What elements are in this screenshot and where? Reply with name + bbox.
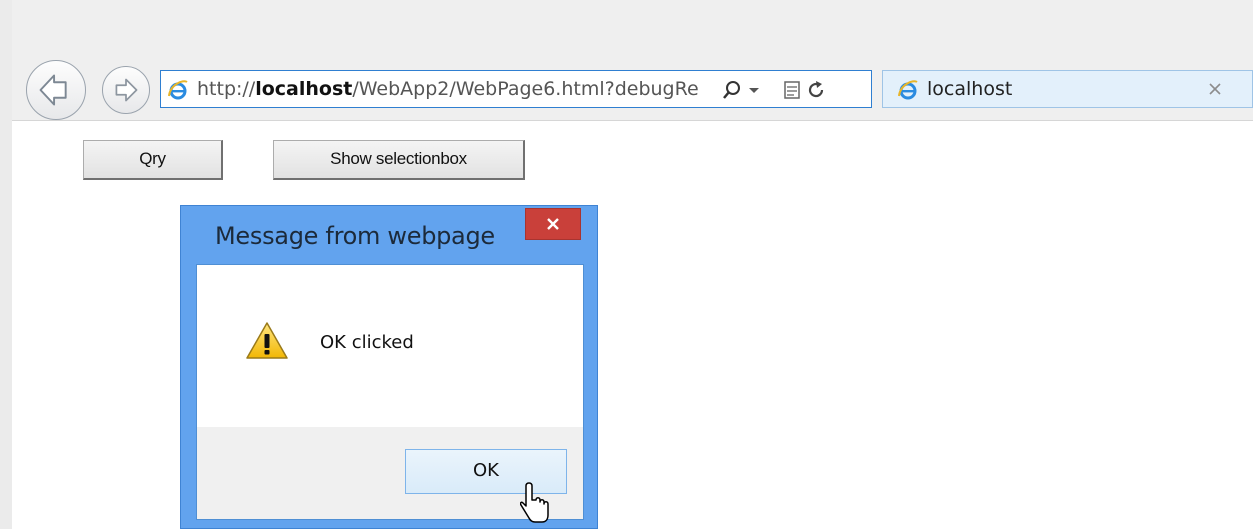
internet-explorer-icon (168, 80, 188, 100)
warning-icon (246, 322, 288, 359)
browser-toolbar: http://localhost/WebApp2/WebPage6.html?d… (0, 0, 1253, 121)
message-dialog: Message from webpage OK clicked OK (180, 205, 598, 529)
dialog-close-button[interactable] (525, 208, 581, 240)
tab-localhost[interactable]: localhost (882, 70, 1253, 108)
forward-button[interactable] (102, 66, 150, 114)
window-left-edge (0, 0, 12, 529)
show-selectionbox-button[interactable]: Show selectionbox (273, 140, 525, 180)
forward-arrow-icon (115, 78, 138, 102)
compatibility-view-icon[interactable] (781, 79, 803, 101)
dialog-message: OK clicked (320, 332, 414, 353)
close-icon (547, 218, 559, 230)
url-text[interactable]: http://localhost/WebApp2/WebPage6.html?d… (197, 77, 717, 101)
dropdown-arrow-icon[interactable] (747, 81, 761, 99)
dialog-title: Message from webpage (215, 222, 495, 250)
url-path: /WebApp2/WebPage6.html?debugRe (352, 78, 699, 100)
address-bar[interactable]: http://localhost/WebApp2/WebPage6.html?d… (160, 70, 872, 108)
tab-title: localhost (927, 78, 1013, 100)
search-icon[interactable] (721, 79, 743, 101)
qry-button[interactable]: Qry (83, 140, 223, 180)
url-prefix: http:// (197, 78, 256, 100)
back-button[interactable] (26, 60, 86, 120)
back-arrow-icon (39, 74, 67, 106)
url-host: localhost (255, 78, 353, 100)
close-icon[interactable] (1205, 79, 1225, 99)
browser-window: http://localhost/WebApp2/WebPage6.html?d… (0, 0, 1253, 529)
mouse-cursor-icon (520, 482, 549, 523)
refresh-icon[interactable] (805, 79, 827, 101)
internet-explorer-icon (898, 80, 918, 100)
